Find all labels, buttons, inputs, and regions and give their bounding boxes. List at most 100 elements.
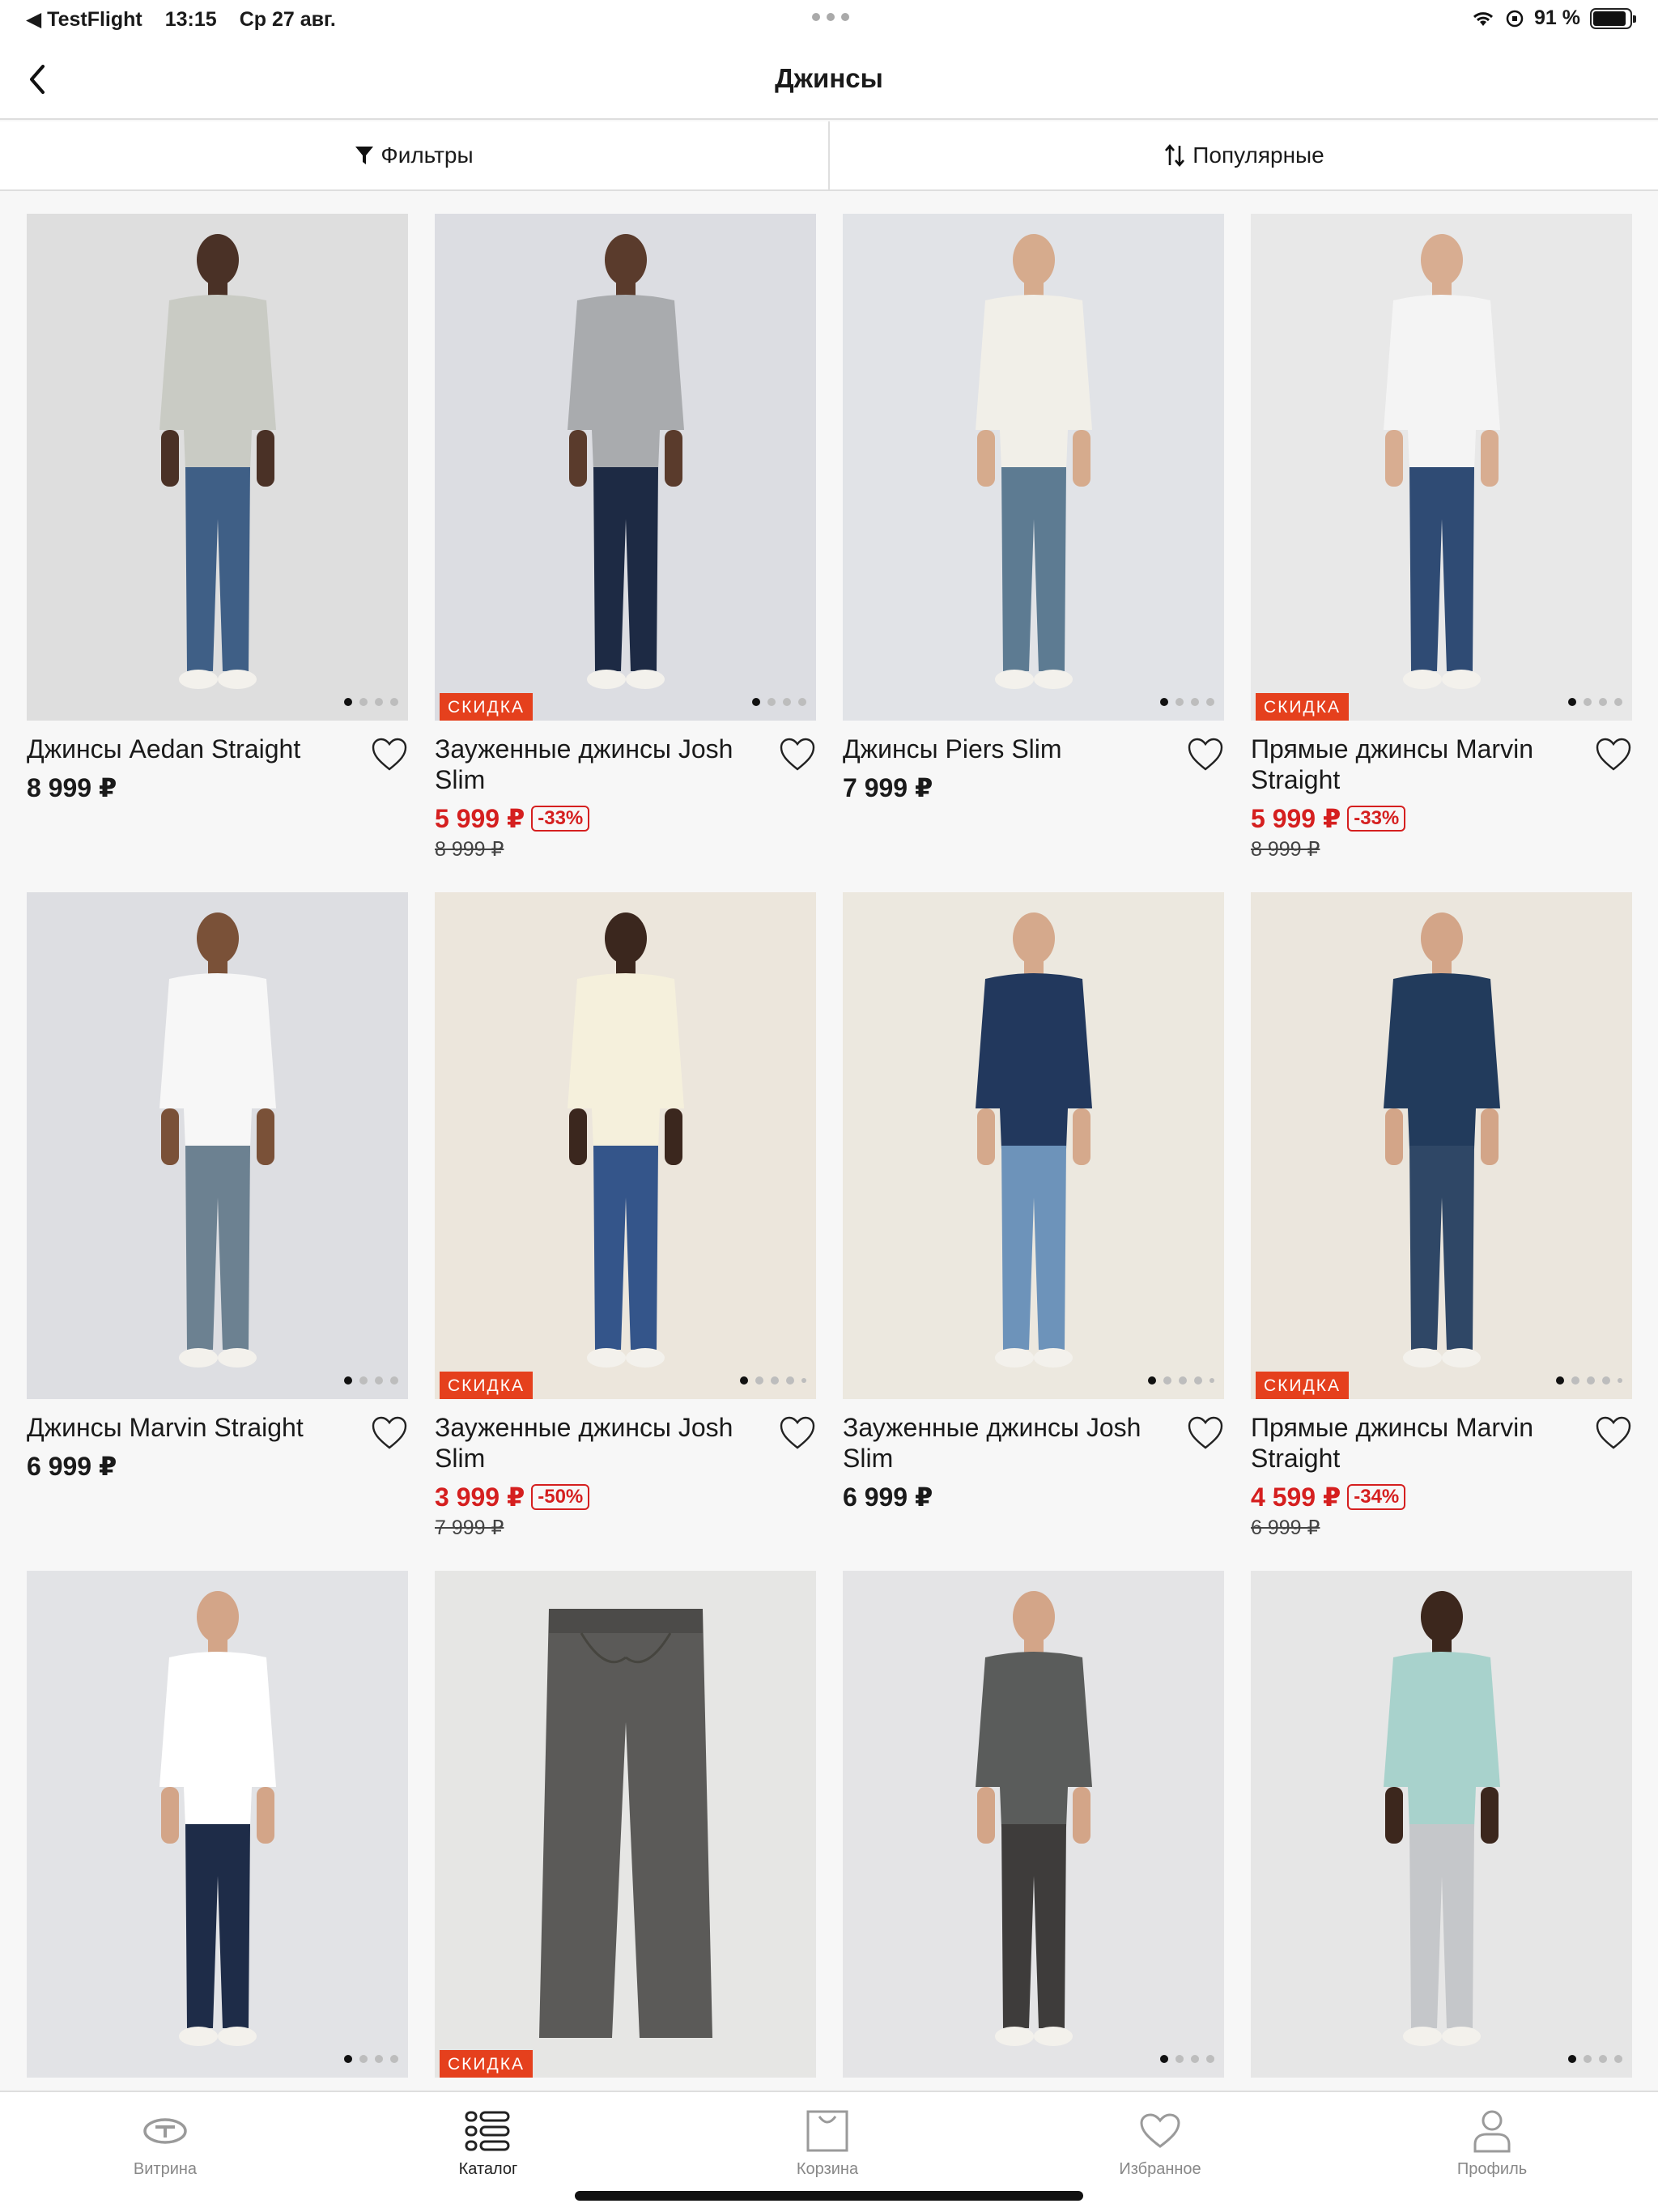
product-photo[interactable]: СКИДКА	[1251, 892, 1632, 1399]
sale-price: 5 999 ₽	[1251, 804, 1341, 833]
tab-catalog[interactable]: Каталог	[407, 2107, 569, 2179]
favorite-heart-icon[interactable]	[371, 1415, 408, 1451]
product-photo[interactable]: СКИДКА	[435, 892, 816, 1399]
favorite-heart-icon[interactable]	[1595, 1415, 1632, 1451]
product-model-image	[1383, 912, 1500, 1368]
product-model-image	[1383, 234, 1500, 689]
discount-badge: -33%	[531, 806, 590, 832]
product-photo[interactable]: СКИДКА	[1251, 214, 1632, 721]
tab-label: Каталог	[458, 2160, 518, 2178]
catalog-list-icon	[465, 2111, 510, 2151]
product-name[interactable]: Зауженные джинсы Josh Slim	[843, 1412, 1224, 1474]
sort-arrows-icon	[1165, 143, 1185, 168]
price-row: 6 999 ₽	[843, 1482, 1224, 1512]
product-model-image	[567, 234, 684, 689]
image-pager-dots[interactable]	[1160, 2055, 1214, 2063]
product-card[interactable]: СКИДКА Прямые джинсы Marvin Straight 5 99…	[1251, 214, 1632, 861]
image-pager-dots[interactable]	[344, 2055, 398, 2063]
product-card[interactable]: СКИДКА Зауженные джинсы Josh Slim 3 999 ₽…	[435, 892, 816, 1540]
image-pager-dots[interactable]	[1556, 1376, 1622, 1385]
tab-vitrina[interactable]: Витрина	[84, 2107, 246, 2179]
product-model-image	[159, 234, 276, 689]
heart-icon	[1140, 2113, 1180, 2148]
product-photo[interactable]	[1251, 1571, 1632, 2078]
product-model-image	[975, 234, 1092, 689]
product-card[interactable]: СКИДКА Зауженные джинсы Josh Slim 5 999 ₽…	[435, 214, 816, 861]
back-to-app-link[interactable]: ◀ TestFlight	[26, 7, 142, 32]
product-photo[interactable]: СКИДКА	[435, 214, 816, 721]
wifi-icon	[1473, 11, 1494, 26]
product-card[interactable]: Джинсы Aedan Straight 8 999 ₽	[27, 214, 408, 803]
product-name[interactable]: Зауженные джинсы Josh Slim	[435, 734, 816, 795]
navigation-bar: Джинсы	[0, 39, 1658, 120]
product-model-image	[159, 1591, 276, 2046]
price: 6 999 ₽	[27, 1452, 117, 1481]
filters-button[interactable]: Фильтры	[0, 121, 828, 189]
tab-profile[interactable]: Профиль	[1411, 2107, 1573, 2179]
product-card[interactable]	[27, 1571, 408, 2078]
favorite-heart-icon[interactable]	[1187, 1415, 1224, 1451]
multitask-dots[interactable]	[812, 13, 849, 21]
image-pager-dots[interactable]	[1568, 698, 1622, 706]
image-pager-dots[interactable]	[1160, 698, 1214, 706]
image-pager-dots[interactable]	[740, 1376, 806, 1385]
favorite-heart-icon[interactable]	[1595, 737, 1632, 772]
price-row: 8 999 ₽	[27, 772, 408, 803]
product-card[interactable]: СКИДКА	[435, 1571, 816, 2078]
sale-badge: СКИДКА	[1256, 1372, 1349, 1399]
sale-badge: СКИДКА	[440, 693, 533, 721]
image-pager-dots[interactable]	[344, 698, 398, 706]
filters-label: Фильтры	[380, 143, 474, 168]
sale-price: 5 999 ₽	[435, 804, 525, 833]
product-photo[interactable]	[843, 214, 1224, 721]
price-row: 3 999 ₽ -50%	[435, 1482, 816, 1512]
home-indicator[interactable]	[575, 2191, 1083, 2201]
sort-button[interactable]: Популярные	[828, 121, 1658, 189]
product-photo[interactable]	[27, 214, 408, 721]
product-name[interactable]: Прямые джинсы Marvin Straight	[1251, 1412, 1632, 1474]
product-card[interactable]: Джинсы Marvin Straight 6 999 ₽	[27, 892, 408, 1482]
discount-badge: -34%	[1347, 1484, 1406, 1510]
tab-label: Профиль	[1456, 2160, 1528, 2178]
status-bar: ◀ TestFlight 13:15 Ср 27 авг. 91 %	[0, 0, 1658, 39]
old-price: 7 999 ₽	[435, 1516, 504, 1539]
product-photo[interactable]	[27, 892, 408, 1399]
product-name[interactable]: Прямые джинсы Marvin Straight	[1251, 734, 1632, 795]
product-photo[interactable]	[27, 1571, 408, 2078]
image-pager-dots[interactable]	[752, 698, 806, 706]
product-photo[interactable]	[843, 1571, 1224, 2078]
tab-favorites[interactable]: Избранное	[1079, 2107, 1241, 2179]
image-pager-dots[interactable]	[344, 1376, 398, 1385]
funnel-icon	[355, 147, 374, 164]
product-card[interactable]: Зауженные джинсы Josh Slim 6 999 ₽	[843, 892, 1224, 1512]
product-card[interactable]: Джинсы Piers Slim 7 999 ₽	[843, 214, 1224, 803]
product-name[interactable]: Джинсы Aedan Straight	[27, 734, 408, 764]
product-name[interactable]: Джинсы Piers Slim	[843, 734, 1224, 764]
favorite-heart-icon[interactable]	[779, 737, 816, 772]
price-row: 4 599 ₽ -34%	[1251, 1482, 1632, 1512]
favorite-heart-icon[interactable]	[779, 1415, 816, 1451]
sale-price: 4 599 ₽	[1251, 1482, 1341, 1512]
old-price: 8 999 ₽	[1251, 838, 1320, 861]
product-card[interactable]	[843, 1571, 1224, 2078]
favorite-heart-icon[interactable]	[1187, 737, 1224, 772]
favorite-heart-icon[interactable]	[371, 737, 408, 772]
status-date: Ср 27 авг.	[239, 7, 336, 31]
product-card[interactable]	[1251, 1571, 1632, 2078]
image-pager-dots[interactable]	[1148, 1376, 1214, 1385]
product-photo[interactable]: СКИДКА	[435, 1571, 816, 2078]
price-row: 5 999 ₽ -33%	[435, 803, 816, 834]
product-photo[interactable]	[843, 892, 1224, 1399]
image-pager-dots[interactable]	[1568, 2055, 1622, 2063]
brand-logo-icon	[143, 2118, 187, 2144]
discount-badge: -50%	[531, 1484, 590, 1510]
product-name[interactable]: Зауженные джинсы Josh Slim	[435, 1412, 816, 1474]
product-name[interactable]: Джинсы Marvin Straight	[27, 1412, 408, 1443]
tab-cart[interactable]: Корзина	[746, 2107, 908, 2179]
sale-badge: СКИДКА	[440, 1372, 533, 1399]
sale-badge: СКИДКА	[1256, 693, 1349, 721]
product-model-image	[1383, 1591, 1500, 2046]
sale-price: 3 999 ₽	[435, 1482, 525, 1512]
product-card[interactable]: СКИДКА Прямые джинсы Marvin Straight 4 59…	[1251, 892, 1632, 1540]
filter-sort-bar: Фильтры Популярные	[0, 121, 1658, 191]
